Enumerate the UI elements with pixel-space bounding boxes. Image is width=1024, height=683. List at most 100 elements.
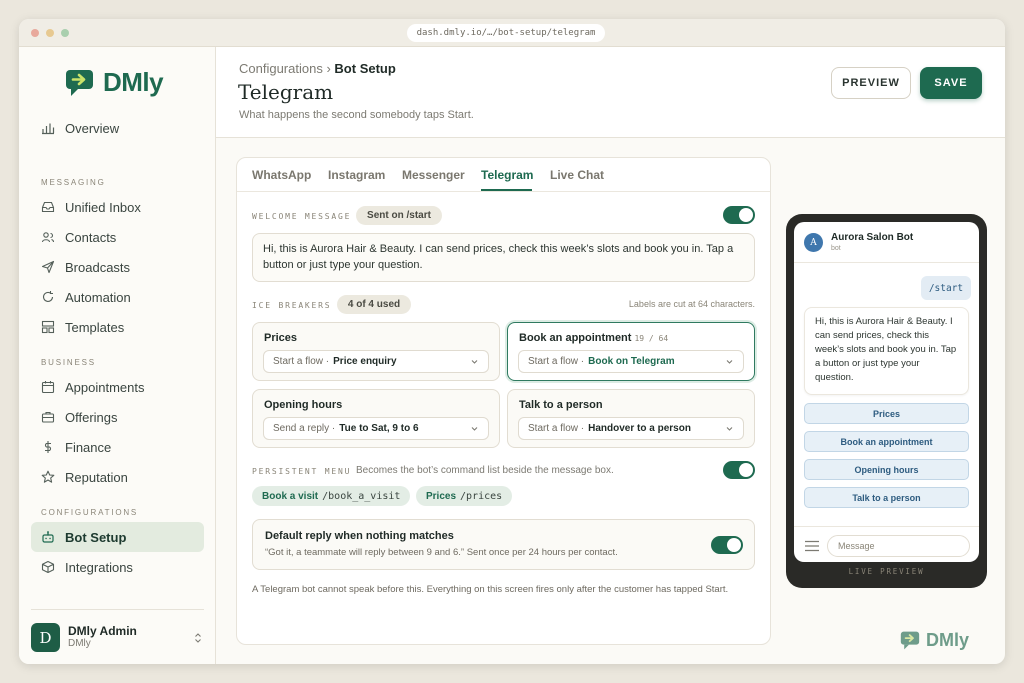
- sidebar-item-offerings[interactable]: Offerings: [31, 402, 204, 432]
- user-menu[interactable]: D DMly Admin DMly: [31, 609, 204, 661]
- sidebar-item-bot-setup[interactable]: Bot Setup: [31, 522, 204, 552]
- tab-telegram[interactable]: Telegram: [481, 168, 533, 182]
- tab-instagram[interactable]: Instagram: [328, 168, 385, 182]
- quick-reply-button[interactable]: Opening hours: [804, 459, 969, 480]
- sidebar-item-finance[interactable]: Finance: [31, 432, 204, 462]
- sidebar-item-overview[interactable]: Overview: [31, 113, 204, 143]
- ice-breaker-action-select[interactable]: Send a reply · Tue to Sat, 9 to 6: [263, 417, 489, 440]
- breadcrumb-parent[interactable]: Configurations: [239, 61, 323, 76]
- quick-reply-button[interactable]: Talk to a person: [804, 487, 969, 508]
- ice-breaker-card[interactable]: Talk to a person Start a flow · Handover…: [507, 389, 755, 448]
- sidebar: DMly Overview MESSAGING Unified Inbox Co…: [19, 47, 216, 664]
- action-type: Start a flow ·: [528, 423, 585, 434]
- browser-titlebar: dash.dmly.io/…/bot-setup/telegram: [19, 19, 1005, 47]
- breadcrumb-separator: ›: [326, 61, 331, 76]
- maximize-dot[interactable]: [61, 29, 69, 37]
- ice-breaker-action-select[interactable]: Start a flow · Price enquiry: [263, 350, 489, 373]
- preview-button[interactable]: PREVIEW: [831, 67, 911, 99]
- sidebar-item-label: Appointments: [65, 379, 145, 395]
- save-button[interactable]: SAVE: [920, 67, 982, 99]
- welcome-message-field[interactable]: Hi, this is Aurora Hair & Beauty. I can …: [252, 233, 755, 282]
- persistent-menu-description: Becomes the bot’s command list beside th…: [356, 465, 614, 476]
- sidebar-item-integrations[interactable]: Integrations: [31, 552, 204, 582]
- sidebar-item-label: Integrations: [65, 559, 133, 575]
- user-message-bubble: /start: [921, 276, 971, 300]
- menu-item-chip[interactable]: Prices /prices: [416, 486, 513, 506]
- sidebar-item-label: Unified Inbox: [65, 199, 141, 215]
- bot-subtitle: bot: [831, 245, 841, 252]
- ice-breaker-action-select[interactable]: Start a flow · Handover to a person: [518, 417, 744, 440]
- bot-icon: [42, 531, 54, 543]
- quick-reply-button[interactable]: Book an appointment: [804, 431, 969, 452]
- default-reply-description: “Got it, a teammate will reply between 9…: [265, 547, 618, 558]
- action-type: Start a flow ·: [273, 356, 330, 367]
- breadcrumb: Configurations › Bot Setup: [239, 61, 396, 76]
- sidebar-item-automation[interactable]: Automation: [31, 282, 204, 312]
- footer-brand-name: DMly: [926, 630, 970, 650]
- menu-icon[interactable]: [805, 540, 819, 552]
- action-target: Tue to Sat, 9 to 6: [339, 423, 419, 434]
- chat-header: A Aurora Salon Bot bot: [794, 222, 979, 263]
- sidebar-item-label: Automation: [65, 289, 131, 305]
- minimize-dot[interactable]: [46, 29, 54, 37]
- users-icon: [41, 232, 55, 243]
- user-org: DMly: [68, 638, 91, 649]
- chevron-down-icon: [726, 427, 733, 431]
- templates-icon: [41, 320, 55, 334]
- action-target: Price enquiry: [333, 356, 397, 367]
- label-limit-hint: Labels are cut at 64 characters.: [628, 299, 755, 309]
- menu-item-chip[interactable]: Book a visit /book_a_visit: [252, 486, 411, 506]
- section-label-configurations: CONFIGURATIONS: [41, 508, 139, 517]
- brand-logo[interactable]: DMly: [65, 67, 164, 98]
- sidebar-item-label: Broadcasts: [65, 259, 131, 275]
- sidebar-item-unified-inbox[interactable]: Unified Inbox: [31, 192, 204, 222]
- char-counter: 19 / 64: [634, 334, 669, 343]
- sidebar-item-label: Finance: [65, 439, 112, 455]
- tab-messenger[interactable]: Messenger: [402, 168, 465, 182]
- ice-breaker-title: Opening hours: [264, 399, 343, 411]
- message-input[interactable]: Message: [827, 535, 970, 557]
- ice-breaker-action-select[interactable]: Start a flow · Book on Telegram: [518, 350, 744, 373]
- action-type: Send a reply ·: [273, 423, 336, 434]
- persistent-menu-toggle[interactable]: [723, 461, 755, 479]
- sidebar-item-broadcasts[interactable]: Broadcasts: [31, 252, 204, 282]
- default-reply-toggle[interactable]: [711, 536, 743, 554]
- ice-breaker-card[interactable]: Prices Start a flow · Price enquiry: [252, 322, 500, 381]
- bot-name: Aurora Salon Bot: [831, 232, 914, 243]
- close-dot[interactable]: [31, 29, 39, 37]
- sidebar-item-reputation[interactable]: Reputation: [31, 462, 204, 492]
- phone-screen: A Aurora Salon Bot bot /start Hi, this i…: [794, 222, 979, 562]
- chevron-down-icon: [726, 360, 733, 364]
- ice-breaker-card-selected[interactable]: Book an appointment 19 / 64 Start a flow …: [507, 322, 755, 381]
- live-preview-phone: A Aurora Salon Bot bot /start Hi, this i…: [786, 214, 987, 588]
- ice-breaker-card[interactable]: Opening hours Send a reply · Tue to Sat,…: [252, 389, 500, 448]
- breadcrumb-current: Bot Setup: [334, 61, 396, 76]
- dollar-icon: [44, 441, 52, 453]
- sidebar-item-templates[interactable]: Templates: [31, 312, 204, 342]
- chevron-down-icon: [471, 360, 478, 364]
- live-preview-caption: LIVE PREVIEW: [848, 567, 925, 576]
- sidebar-item-appointments[interactable]: Appointments: [31, 372, 204, 402]
- bot-message-bubble: Hi, this is Aurora Hair & Beauty. I can …: [804, 307, 969, 395]
- sidebar-item-label: Overview: [65, 120, 120, 136]
- menu-item-command: /prices: [460, 490, 503, 502]
- bar-chart-icon: [42, 123, 55, 135]
- ice-breaker-title: Book an appointment 19 / 64: [519, 332, 669, 344]
- ice-breaker-title: Talk to a person: [519, 399, 603, 411]
- address-bar[interactable]: dash.dmly.io/…/bot-setup/telegram: [407, 24, 605, 42]
- quick-reply-button[interactable]: Prices: [804, 403, 969, 424]
- sidebar-item-label: Contacts: [65, 229, 117, 245]
- refresh-icon: [42, 291, 54, 302]
- bot-avatar: A: [804, 233, 823, 252]
- brand-name: DMly: [103, 67, 164, 97]
- sidebar-item-label: Offerings: [65, 409, 118, 425]
- welcome-toggle[interactable]: [723, 206, 755, 224]
- avatar: D: [31, 623, 60, 652]
- sidebar-item-contacts[interactable]: Contacts: [31, 222, 204, 252]
- footer-logo: DMly: [900, 630, 969, 651]
- tab-whatsapp[interactable]: WhatsApp: [252, 168, 311, 182]
- page-title: Telegram: [238, 80, 334, 104]
- tab-live-chat[interactable]: Live Chat: [550, 168, 604, 182]
- sidebar-item-label: Bot Setup: [65, 529, 127, 545]
- bot-setup-panel: WhatsApp Instagram Messenger Telegram Li…: [236, 157, 771, 645]
